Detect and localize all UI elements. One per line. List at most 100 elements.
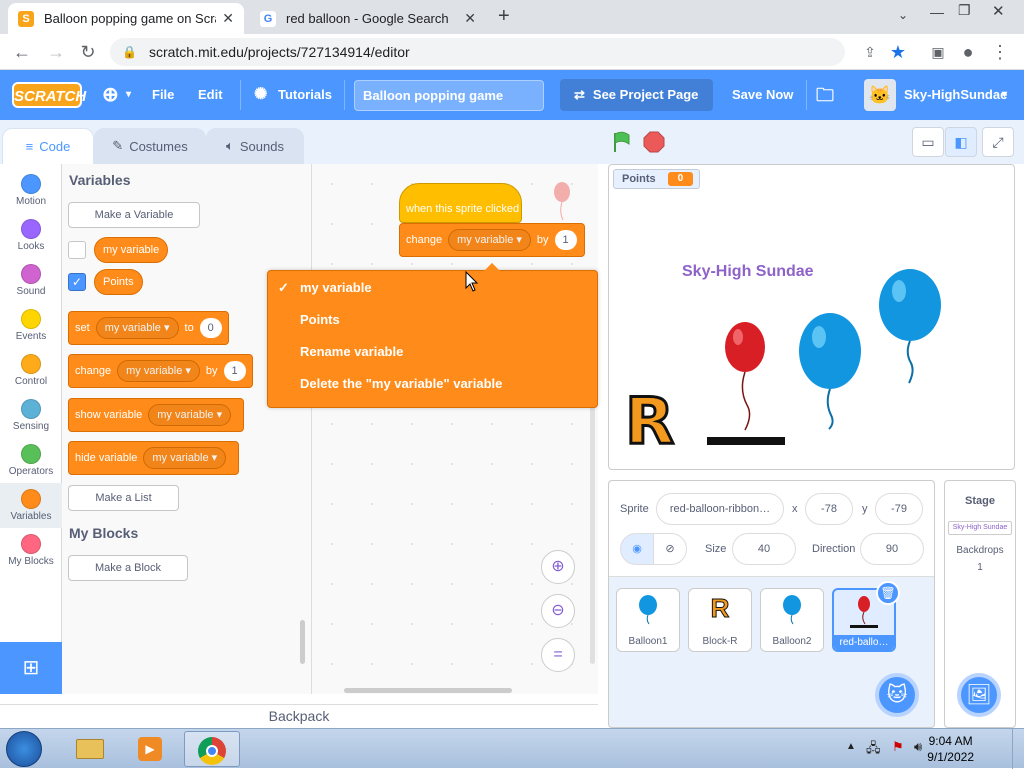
- forward-arrow-icon[interactable]: →: [44, 40, 68, 64]
- volume-icon[interactable]: 🔊︎: [914, 739, 922, 755]
- tab-sounds[interactable]: 🔈︎ Sounds: [206, 128, 304, 164]
- add-extension-button[interactable]: ⊞: [0, 642, 62, 694]
- file-explorer-icon[interactable]: [62, 731, 118, 767]
- sprite-tile-balloon2[interactable]: Balloon2: [760, 588, 824, 652]
- side-panel-icon[interactable]: ▣: [926, 40, 950, 64]
- points-monitor[interactable]: Points 0: [613, 169, 701, 189]
- variable-dropdown[interactable]: my variable ▾: [117, 360, 200, 382]
- direction-input[interactable]: 90: [860, 533, 924, 565]
- x-input[interactable]: -78: [805, 493, 853, 525]
- username[interactable]: Sky-HighSundae: [904, 70, 1007, 120]
- action-center-flag-icon[interactable]: ⚑: [892, 739, 904, 755]
- account-chevron-down-icon[interactable]: ▾: [1002, 70, 1007, 120]
- back-arrow-icon[interactable]: ←: [10, 40, 34, 64]
- close-tab-icon[interactable]: ✕: [222, 10, 234, 27]
- bookmark-star-icon[interactable]: ★: [886, 40, 910, 64]
- value-input[interactable]: 1: [223, 361, 246, 381]
- make-variable-button[interactable]: Make a Variable: [68, 202, 200, 228]
- category-motion[interactable]: Motion: [0, 168, 62, 213]
- category-control[interactable]: Control: [0, 348, 62, 393]
- tab-search-chevron-icon[interactable]: ⌄: [898, 8, 908, 22]
- choose-sprite-button[interactable]: 🐱︎: [875, 673, 919, 717]
- size-input[interactable]: 40: [732, 533, 796, 565]
- normal-stage-icon[interactable]: ◧: [945, 127, 977, 157]
- media-player-icon[interactable]: ▶: [122, 731, 178, 767]
- profile-icon[interactable]: ●: [956, 40, 980, 64]
- category-my-blocks[interactable]: My Blocks: [0, 528, 62, 573]
- choose-backdrop-button[interactable]: 🖼︎: [957, 673, 1001, 717]
- points-reporter[interactable]: Points: [94, 269, 143, 295]
- variable-dropdown[interactable]: my variable ▾: [95, 317, 179, 339]
- script-change-variable-block[interactable]: change my variable ▾ by 1: [399, 223, 585, 257]
- project-title-input[interactable]: Balloon popping game: [354, 80, 544, 111]
- zoom-in-icon[interactable]: ⊕: [541, 550, 575, 584]
- category-looks[interactable]: Looks: [0, 213, 62, 258]
- dropdown-item-points[interactable]: Points: [300, 312, 340, 327]
- make-block-button[interactable]: Make a Block: [68, 555, 188, 581]
- y-input[interactable]: -79: [875, 493, 923, 525]
- category-variables[interactable]: Variables: [0, 483, 62, 528]
- avatar[interactable]: 🐱: [864, 79, 896, 111]
- set-variable-block[interactable]: set my variable ▾ to 0: [68, 311, 229, 345]
- browser-tab-scratch[interactable]: S Balloon popping game on Scratc ✕: [8, 3, 244, 34]
- variable-dropdown[interactable]: my variable ▾: [148, 404, 232, 426]
- make-list-button[interactable]: Make a List: [68, 485, 179, 511]
- category-sound[interactable]: Sound: [0, 258, 62, 303]
- my-stuff-folder-icon[interactable]: 🗀: [816, 70, 834, 120]
- share-icon[interactable]: ⇪: [858, 40, 882, 64]
- show-desktop-button[interactable]: [1012, 729, 1024, 769]
- show-sprite-eye-icon[interactable]: ◉: [620, 533, 654, 565]
- dropdown-item-rename[interactable]: Rename variable: [300, 344, 403, 359]
- palette-scrollbar[interactable]: [300, 620, 305, 664]
- minimize-icon[interactable]: —: [930, 4, 944, 20]
- system-clock[interactable]: 9:04 AM 9/1/2022: [927, 733, 974, 765]
- show-variable-block[interactable]: show variable my variable ▾: [68, 398, 245, 432]
- close-tab-icon[interactable]: ✕: [464, 10, 476, 27]
- my-variable-checkbox[interactable]: [68, 241, 86, 259]
- reload-icon[interactable]: ↻: [76, 40, 100, 64]
- points-checkbox[interactable]: ✓: [68, 273, 86, 291]
- stage-thumbnail[interactable]: Sky-High Sundae: [948, 521, 1012, 535]
- sprite-tile-block-r[interactable]: R Block-R: [688, 588, 752, 652]
- hide-variable-block[interactable]: hide variable my variable ▾: [68, 441, 240, 475]
- stop-icon[interactable]: [642, 130, 666, 154]
- category-sensing[interactable]: Sensing: [0, 393, 62, 438]
- see-project-page-button[interactable]: ⇄ See Project Page: [560, 79, 713, 111]
- backpack-bar[interactable]: Backpack: [0, 704, 598, 728]
- file-menu[interactable]: File: [152, 70, 174, 120]
- red-balloon-sprite[interactable]: [719, 315, 779, 435]
- zoom-out-icon[interactable]: ⊖: [541, 594, 575, 628]
- network-icon[interactable]: 🖧: [866, 739, 881, 761]
- tab-code[interactable]: ≡ Code: [2, 128, 94, 164]
- new-tab-button[interactable]: +: [498, 5, 510, 28]
- script-horizontal-scrollbar[interactable]: [344, 688, 512, 693]
- delete-sprite-trash-icon[interactable]: 🗑︎: [876, 581, 900, 605]
- small-stage-icon[interactable]: ▭: [912, 127, 944, 157]
- change-variable-block[interactable]: change my variable ▾ by 1: [68, 354, 253, 388]
- sprite-name-input[interactable]: red-balloon-ribbon…: [656, 493, 784, 525]
- category-events[interactable]: Events: [0, 303, 62, 348]
- tray-expand-icon[interactable]: ▲: [846, 741, 856, 752]
- script-value-input[interactable]: 1: [554, 230, 577, 250]
- zoom-reset-icon[interactable]: =: [541, 638, 575, 672]
- restore-icon[interactable]: ❐: [958, 2, 971, 19]
- script-variable-dropdown[interactable]: my variable ▾: [448, 229, 531, 251]
- tutorials-button[interactable]: Tutorials: [278, 70, 332, 120]
- scratch-logo[interactable]: SCRATCH: [12, 82, 86, 108]
- sprite-tile-balloon1[interactable]: Balloon1: [616, 588, 680, 652]
- chrome-icon[interactable]: [184, 731, 240, 767]
- dropdown-item-my-variable[interactable]: my variable: [300, 280, 372, 295]
- start-button[interactable]: [6, 731, 42, 767]
- fullscreen-icon[interactable]: ⤢: [982, 127, 1014, 157]
- my-variable-reporter[interactable]: my variable: [94, 237, 169, 263]
- blue-balloon-sprite[interactable]: [797, 311, 863, 431]
- letter-r-sprite[interactable]: R: [623, 384, 675, 461]
- green-flag-icon[interactable]: [610, 130, 634, 154]
- when-sprite-clicked-block[interactable]: when this sprite clicked: [399, 183, 522, 223]
- value-input[interactable]: 0: [199, 318, 222, 338]
- url-field[interactable]: 🔒 scratch.mit.edu/projects/727134914/edi…: [110, 38, 845, 66]
- close-window-icon[interactable]: ✕: [992, 2, 1005, 20]
- edit-menu[interactable]: Edit: [198, 70, 223, 120]
- browser-tab-google[interactable]: G red balloon - Google Search ✕: [250, 3, 486, 34]
- stage-canvas[interactable]: Points 0 Sky-High Sundae R: [608, 164, 1015, 470]
